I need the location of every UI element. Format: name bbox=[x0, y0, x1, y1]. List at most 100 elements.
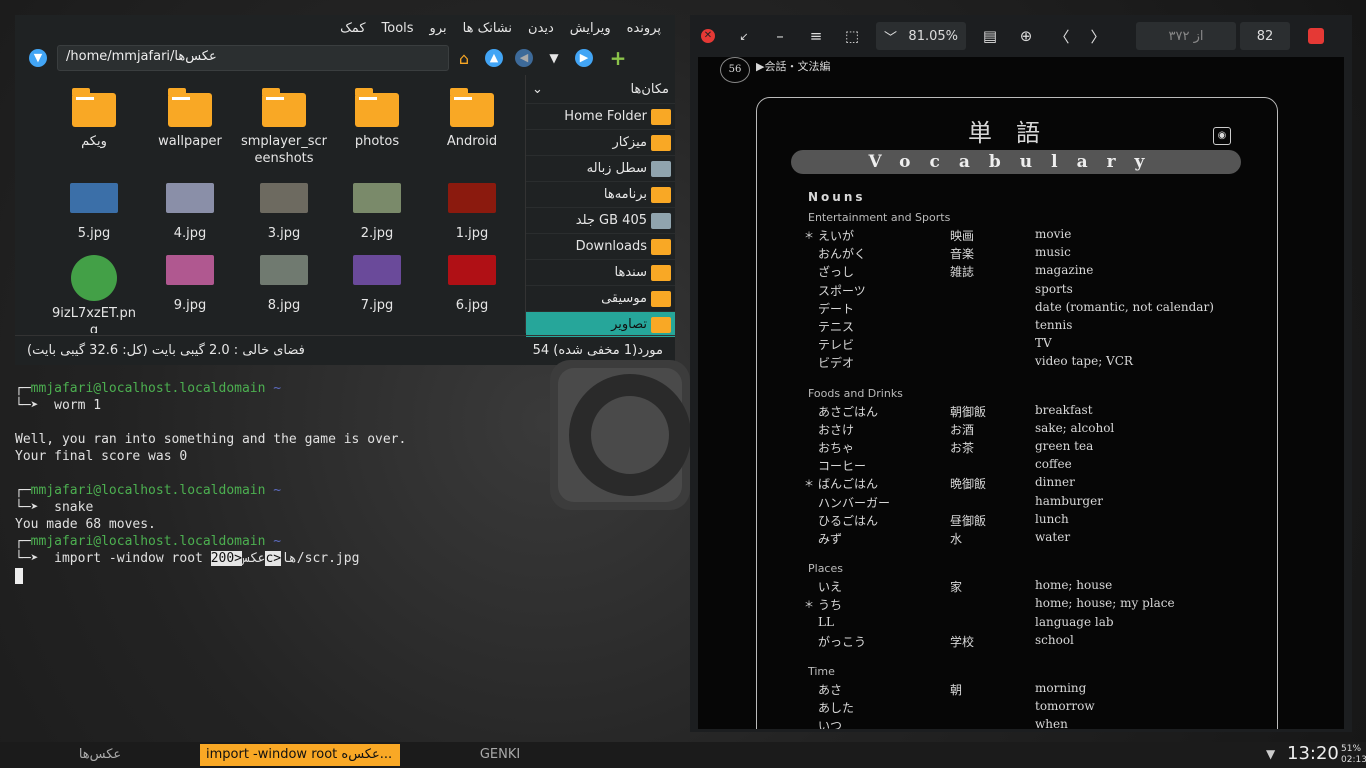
task-terminal[interactable]: import -window root عکس‌ه... bbox=[200, 744, 400, 766]
document-icon[interactable]: ▤ bbox=[972, 15, 1008, 57]
vocab-kana: あさ bbox=[818, 683, 843, 697]
vocab-kana: あさごはん bbox=[818, 404, 879, 419]
file-item[interactable]: 9izL7xzET.pn g bbox=[47, 255, 141, 333]
folder-item[interactable]: Android bbox=[425, 88, 519, 150]
vocab-english: sports bbox=[1035, 281, 1073, 296]
file-item[interactable]: 4.jpg bbox=[143, 183, 237, 242]
file-name: 6.jpg bbox=[455, 298, 489, 313]
file-item[interactable]: 2.jpg bbox=[330, 183, 424, 242]
vocab-english: magazine bbox=[1035, 263, 1094, 278]
vocab-english: school bbox=[1035, 632, 1074, 647]
path-bar[interactable]: /home/mmjafari/عکس‌ها bbox=[57, 45, 449, 71]
menu-view[interactable]: دیدن bbox=[520, 21, 562, 36]
zoom-select[interactable]: ﹀ 81.05% bbox=[876, 22, 966, 50]
sidebar-place[interactable]: Downloads bbox=[526, 233, 675, 259]
history-dropdown-icon[interactable]: ▼ bbox=[539, 44, 569, 72]
file-name: 1.jpg bbox=[455, 226, 489, 241]
vocab-kana: ハンバーガー bbox=[818, 495, 891, 510]
vocab-english: breakfast bbox=[1035, 402, 1093, 417]
file-item[interactable]: 6.jpg bbox=[425, 255, 519, 314]
terminal[interactable]: ┌─mmjafari@localhost.localdomain ~ └─➤ w… bbox=[15, 380, 675, 732]
page-number-badge: 56 bbox=[720, 57, 750, 83]
prompt-user: mmjafari@localhost.localdomain bbox=[30, 483, 266, 498]
menu-icon[interactable]: ≡ bbox=[798, 15, 834, 57]
vocab-kana: みず bbox=[818, 532, 843, 546]
task-file-manager[interactable]: عکس‌ها bbox=[0, 742, 200, 768]
trash-icon bbox=[651, 160, 671, 177]
locate-icon[interactable]: ⊕ bbox=[1008, 15, 1044, 57]
audio-icon: ◉ bbox=[1213, 127, 1231, 145]
forward-icon[interactable]: ▶ bbox=[569, 44, 599, 72]
menu-help[interactable]: کمک bbox=[332, 21, 373, 36]
sidebar-place[interactable]: سطل زباله bbox=[526, 155, 675, 181]
download-icon[interactable]: ▼ bbox=[23, 44, 53, 72]
back-icon[interactable]: ◀ bbox=[509, 44, 539, 72]
new-tab-icon[interactable]: + bbox=[603, 44, 633, 72]
prompt-user: mmjafari@localhost.localdomain bbox=[30, 381, 266, 396]
place-label: موسیقی bbox=[601, 291, 647, 306]
file-item[interactable]: 9.jpg bbox=[143, 255, 237, 314]
chevron-down-icon[interactable]: ⌄ bbox=[532, 82, 543, 97]
vocab-row: コーヒー coffee bbox=[818, 457, 1238, 475]
app-icon bbox=[1298, 15, 1334, 57]
restore-icon[interactable]: ↙ bbox=[726, 15, 762, 57]
sidebar-place[interactable]: موسیقی bbox=[526, 285, 675, 311]
vocab-english: date (romantic, not calendar) bbox=[1035, 299, 1214, 314]
folder-item[interactable]: ویکم bbox=[47, 88, 141, 150]
vocab-english: sake; alcohol bbox=[1035, 420, 1115, 435]
sidebar-place[interactable]: Home Folder bbox=[526, 103, 675, 129]
file-item[interactable]: 3.jpg bbox=[237, 183, 331, 242]
clock[interactable]: 13:20 bbox=[1287, 743, 1339, 764]
folder-item[interactable]: photos bbox=[330, 88, 424, 150]
file-name: 5.jpg bbox=[77, 226, 111, 241]
star-mark: ＊ bbox=[804, 600, 814, 612]
menu-edit[interactable]: ویرایش bbox=[562, 21, 619, 36]
close-icon[interactable]: ✕ bbox=[690, 15, 726, 57]
vocab-row: あさごはん 朝御飯 breakfast bbox=[818, 403, 1238, 421]
wifi-icon[interactable]: ▼ bbox=[1266, 747, 1275, 761]
menu-file[interactable]: پرونده bbox=[619, 21, 669, 36]
vocab-kana: ばんごはん bbox=[818, 477, 879, 492]
page-header: ▶会話・文法編 bbox=[756, 60, 831, 73]
vocab-row: テニス tennis bbox=[818, 318, 1238, 336]
vocab-row: ＊ えいが 映画 movie bbox=[804, 227, 1238, 245]
task-pdf[interactable]: GENKI bbox=[400, 742, 600, 768]
nouns-heading: Nouns bbox=[808, 190, 866, 204]
image-thumbnail bbox=[260, 255, 308, 285]
menu-bookmarks[interactable]: نشانک ها bbox=[455, 21, 520, 36]
folder-icon bbox=[262, 88, 306, 127]
vocab-kanji: 朝 bbox=[950, 683, 963, 697]
vocab-row: ひるごはん 昼御飯 lunch bbox=[818, 512, 1238, 530]
file-item[interactable]: 8.jpg bbox=[237, 255, 331, 314]
previous-page-icon[interactable]: 〈 bbox=[1044, 15, 1080, 57]
file-item[interactable]: 7.jpg bbox=[330, 255, 424, 314]
vocab-kanji: 雑誌 bbox=[950, 265, 975, 280]
sidebar-place[interactable]: میزکار bbox=[526, 129, 675, 155]
desktop-icon bbox=[651, 134, 671, 151]
up-icon[interactable]: ▲ bbox=[479, 44, 509, 72]
menu-go[interactable]: برو bbox=[422, 21, 455, 36]
vocab-row: いつ when bbox=[818, 717, 1238, 729]
sidebar-place[interactable]: جلد GB 405 bbox=[526, 207, 675, 233]
file-name: 8.jpg bbox=[267, 298, 301, 313]
next-page-icon[interactable]: 〉 bbox=[1080, 15, 1116, 57]
home-icon[interactable]: ⌂ bbox=[449, 44, 479, 72]
minimize-icon[interactable]: – bbox=[762, 15, 798, 57]
file-name: smplayer_scr eenshots bbox=[240, 134, 328, 166]
documents-icon bbox=[651, 264, 671, 281]
places-header[interactable]: ⌄ مکان‌ها bbox=[526, 75, 675, 103]
file-item[interactable]: 1.jpg bbox=[425, 183, 519, 242]
file-item[interactable]: 5.jpg bbox=[47, 183, 141, 242]
places-sidebar: ⌄ مکان‌ها Home Folder میزکار سطل زباله برنام… bbox=[525, 75, 675, 337]
sidebar-place[interactable]: برنامه‌ها bbox=[526, 181, 675, 207]
page-number-input[interactable]: 82 bbox=[1240, 22, 1290, 50]
menu-tools[interactable]: Tools bbox=[374, 21, 422, 36]
sidebar-place[interactable]: تصاویر bbox=[526, 311, 675, 337]
sidebar-place[interactable]: سندها bbox=[526, 259, 675, 285]
fit-page-icon[interactable]: ⬚ bbox=[834, 15, 870, 57]
folder-item[interactable]: wallpaper bbox=[143, 88, 237, 150]
zoom-level: 81.05% bbox=[908, 28, 958, 44]
folder-item[interactable]: smplayer_scr eenshots bbox=[237, 88, 331, 167]
vocab-english: morning bbox=[1035, 681, 1087, 695]
vocab-kanji: 家 bbox=[950, 580, 963, 595]
